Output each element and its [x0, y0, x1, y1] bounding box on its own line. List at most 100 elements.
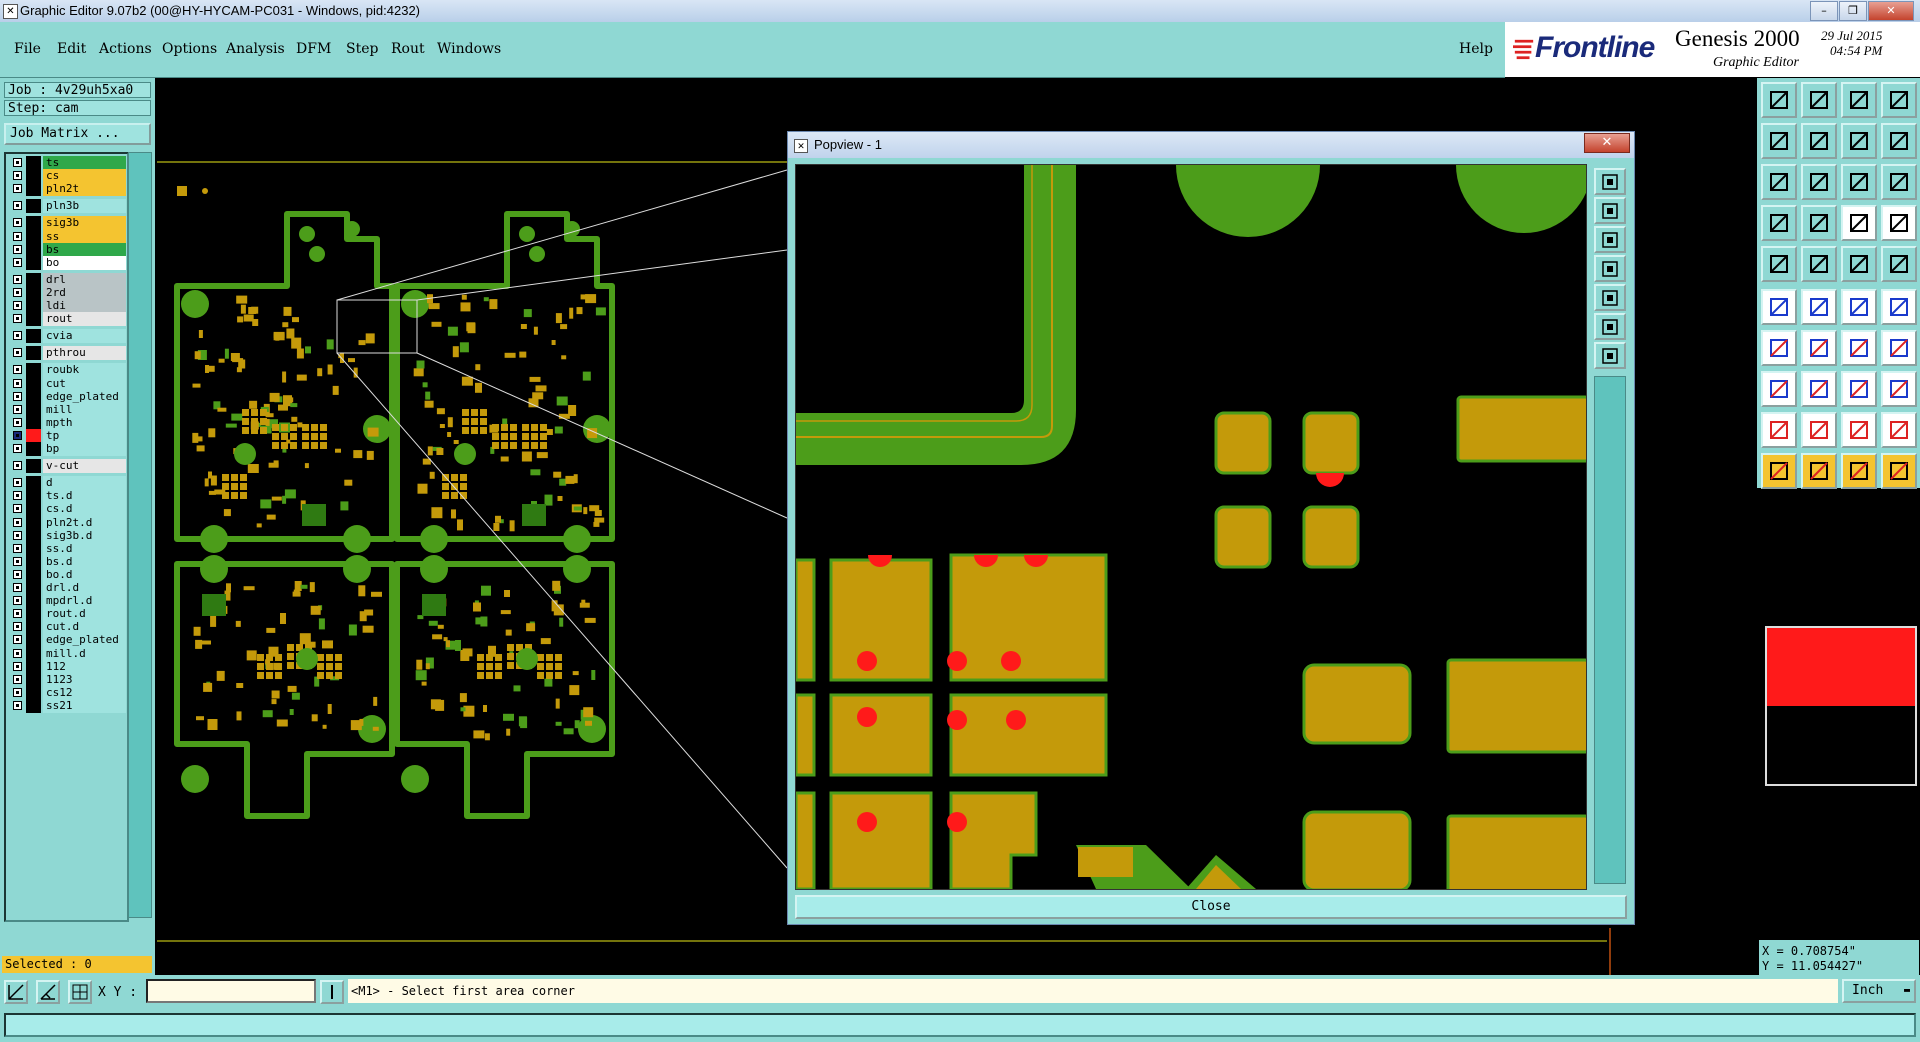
popview-center-icon[interactable] [1594, 313, 1626, 340]
menu-analysis[interactable]: Analysis [226, 41, 285, 57]
layer-color-swatch[interactable] [26, 633, 41, 648]
layer-checkbox[interactable] [13, 348, 22, 358]
layer-checkbox[interactable] [13, 274, 22, 284]
layer-row[interactable]: mpdrl.d [8, 594, 126, 609]
layer-row[interactable]: v-cut [8, 459, 126, 474]
layer-row[interactable]: tp [8, 428, 126, 443]
layer-color-swatch[interactable] [26, 659, 41, 674]
layer-checkbox[interactable] [13, 430, 22, 440]
popview-title-bar[interactable]: ✕ Popview - 1 ✕ [788, 132, 1634, 158]
zoom-1-icon[interactable] [1841, 123, 1877, 159]
popview-pan-icon[interactable] [1594, 255, 1626, 282]
menu-actions[interactable]: Actions [99, 41, 152, 57]
probe-icon[interactable] [1761, 205, 1797, 241]
layer-checkbox[interactable] [13, 287, 22, 297]
layer-row[interactable]: d [8, 476, 126, 491]
layer-color-swatch[interactable] [26, 698, 41, 713]
layer-color-swatch[interactable] [26, 685, 41, 700]
layer-checkbox[interactable] [13, 461, 22, 471]
line-icon[interactable] [1761, 330, 1797, 366]
job-matrix-button[interactable]: Job Matrix ... [4, 123, 151, 145]
layer-color-swatch[interactable] [26, 554, 41, 569]
layer-row[interactable]: rout.d [8, 607, 126, 622]
layer-color-swatch[interactable] [26, 229, 41, 244]
layer-color-swatch[interactable] [26, 415, 41, 430]
layer-color-swatch[interactable] [26, 502, 41, 517]
triangle-icon[interactable] [1841, 412, 1877, 448]
zoom-in-icon[interactable] [1761, 123, 1797, 159]
popview-close-button[interactable]: Close [795, 895, 1627, 919]
arc-icon[interactable] [1841, 330, 1877, 366]
move-icon[interactable] [1841, 289, 1877, 325]
layer-color-swatch[interactable] [26, 594, 41, 609]
layer-color-swatch[interactable] [26, 428, 41, 443]
layer-row[interactable]: cs.d [8, 502, 126, 517]
menu-edit[interactable]: Edit [57, 41, 86, 57]
layer-checkbox[interactable] [13, 517, 22, 527]
layer-checkbox[interactable] [13, 404, 22, 414]
popview-zoom-out-icon[interactable] [1594, 226, 1626, 253]
layer-checkbox[interactable] [13, 609, 22, 619]
minus-icon[interactable] [1801, 371, 1837, 407]
line-icon[interactable] [1801, 330, 1837, 366]
layer-row[interactable]: ts.d [8, 489, 126, 504]
layer-row[interactable]: pln3b [8, 199, 126, 214]
scale-icon[interactable] [1841, 164, 1877, 200]
layer-checkbox[interactable] [13, 648, 22, 658]
layer-color-swatch[interactable] [26, 329, 41, 344]
layer-color-swatch[interactable] [26, 363, 41, 378]
menu-options[interactable]: Options [162, 41, 217, 57]
layer-checkbox[interactable] [13, 391, 22, 401]
layer-checkbox[interactable] [13, 314, 22, 324]
layer-row[interactable]: pthrou [8, 346, 126, 361]
layer-color-swatch[interactable] [26, 541, 41, 556]
layer-checkbox[interactable] [13, 596, 22, 606]
layer-row[interactable]: drl.d [8, 581, 126, 595]
triangle-icon[interactable] [1881, 412, 1917, 448]
layer-row[interactable]: 2rd [8, 285, 126, 300]
layer-color-swatch[interactable] [26, 299, 41, 313]
layer-color-swatch[interactable] [26, 255, 41, 270]
popview-home-icon[interactable] [1594, 342, 1626, 369]
popview-scrollbar[interactable] [1594, 376, 1626, 884]
layer-row[interactable]: mill.d [8, 646, 126, 661]
layer-color-swatch[interactable] [26, 242, 41, 257]
popview-window-icon[interactable] [1594, 168, 1626, 195]
layer-checkbox[interactable] [13, 491, 22, 501]
grid-mode-icon[interactable] [68, 980, 92, 1004]
layer-checkbox[interactable] [13, 171, 22, 181]
layer-checkbox[interactable] [13, 257, 22, 267]
layer-color-swatch[interactable] [26, 567, 41, 582]
pan-icon[interactable] [1801, 164, 1837, 200]
triangle-icon[interactable] [1801, 412, 1837, 448]
menu-dfm[interactable]: DFM [296, 41, 331, 57]
triangle-icon[interactable] [1761, 412, 1797, 448]
layer-checkbox[interactable] [13, 231, 22, 241]
popview-canvas[interactable] [795, 164, 1587, 890]
cursor-input-icon[interactable] [320, 980, 344, 1004]
menu-help[interactable]: Help [1459, 41, 1493, 57]
popview-zoom-in-icon[interactable] [1594, 197, 1626, 224]
grid-icon[interactable] [1881, 330, 1917, 366]
layer-color-swatch[interactable] [26, 581, 41, 595]
layer-color-swatch[interactable] [26, 272, 41, 287]
layer-checkbox[interactable] [13, 583, 22, 592]
layer-checkbox[interactable] [13, 218, 22, 228]
menu-file[interactable]: File [14, 41, 41, 57]
minimize-button[interactable]: – [1810, 1, 1838, 21]
home-icon[interactable] [1841, 82, 1877, 118]
layer-color-swatch[interactable] [26, 182, 41, 197]
layer-row[interactable]: bs.d [8, 554, 126, 569]
layer-checkbox[interactable] [13, 184, 22, 194]
layer-row[interactable]: sig3b.d [8, 528, 126, 543]
layer-row[interactable]: ss [8, 229, 126, 244]
layer-row[interactable]: cs12 [8, 685, 126, 700]
layer-color-swatch[interactable] [26, 646, 41, 661]
layer-color-swatch[interactable] [26, 515, 41, 530]
layers-icon[interactable] [1881, 205, 1917, 241]
layers-icon[interactable] [1841, 205, 1877, 241]
layer-row[interactable]: bo [8, 255, 126, 270]
layer-color-swatch[interactable] [26, 489, 41, 504]
layer-row[interactable]: bp [8, 442, 126, 456]
split-icon[interactable] [1761, 371, 1797, 407]
